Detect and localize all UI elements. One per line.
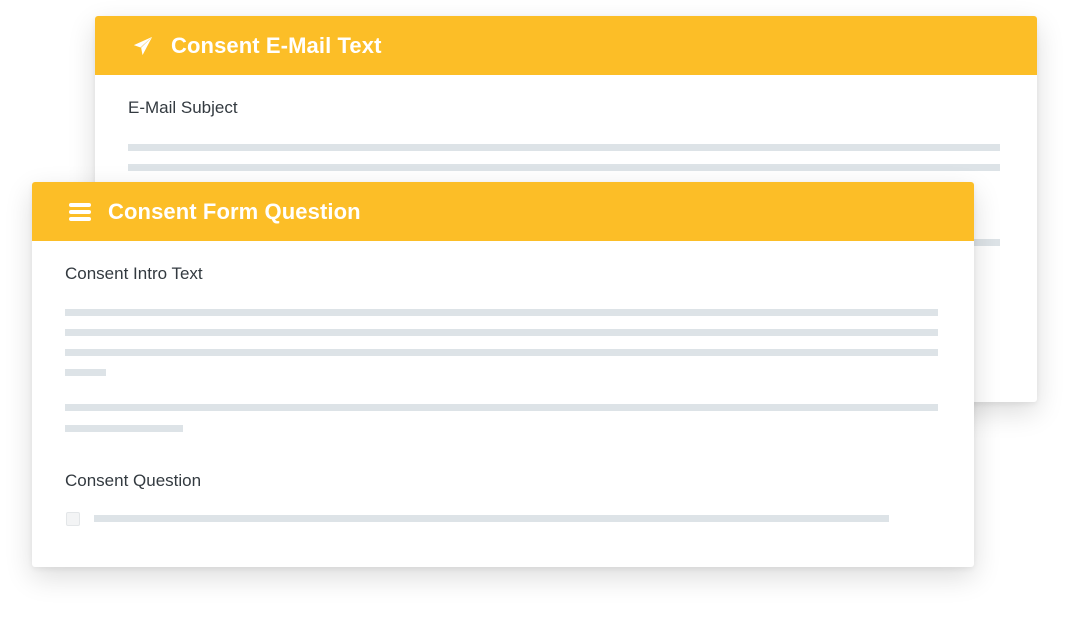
consent-question-label: Consent Question: [65, 471, 202, 490]
consent-email-header: Consent E-Mail Text: [95, 16, 1037, 75]
consent-form-title: Consent Form Question: [108, 198, 361, 224]
email-subject-line-1: [128, 144, 1000, 151]
intro-line-6: [65, 425, 183, 432]
stage: Consent E-Mail Text E-Mail Subject Conse…: [0, 0, 1070, 618]
consent-checkbox[interactable]: [66, 512, 80, 526]
consent-form-card: Consent Form Question Consent Intro Text…: [32, 182, 974, 567]
consent-email-title: Consent E-Mail Text: [171, 32, 382, 58]
menu-lines-icon: [68, 200, 92, 224]
consent-intro-label: Consent Intro Text: [65, 264, 203, 283]
intro-line-5: [65, 404, 938, 411]
consent-question-line: [94, 515, 889, 522]
consent-form-header: Consent Form Question: [32, 182, 974, 241]
intro-line-1: [65, 309, 938, 316]
email-subject-label: E-Mail Subject: [128, 98, 238, 117]
intro-line-4: [65, 369, 106, 376]
paper-plane-icon: [131, 34, 155, 58]
email-subject-line-2: [128, 164, 1000, 171]
intro-line-2: [65, 329, 938, 336]
intro-line-3: [65, 349, 938, 356]
